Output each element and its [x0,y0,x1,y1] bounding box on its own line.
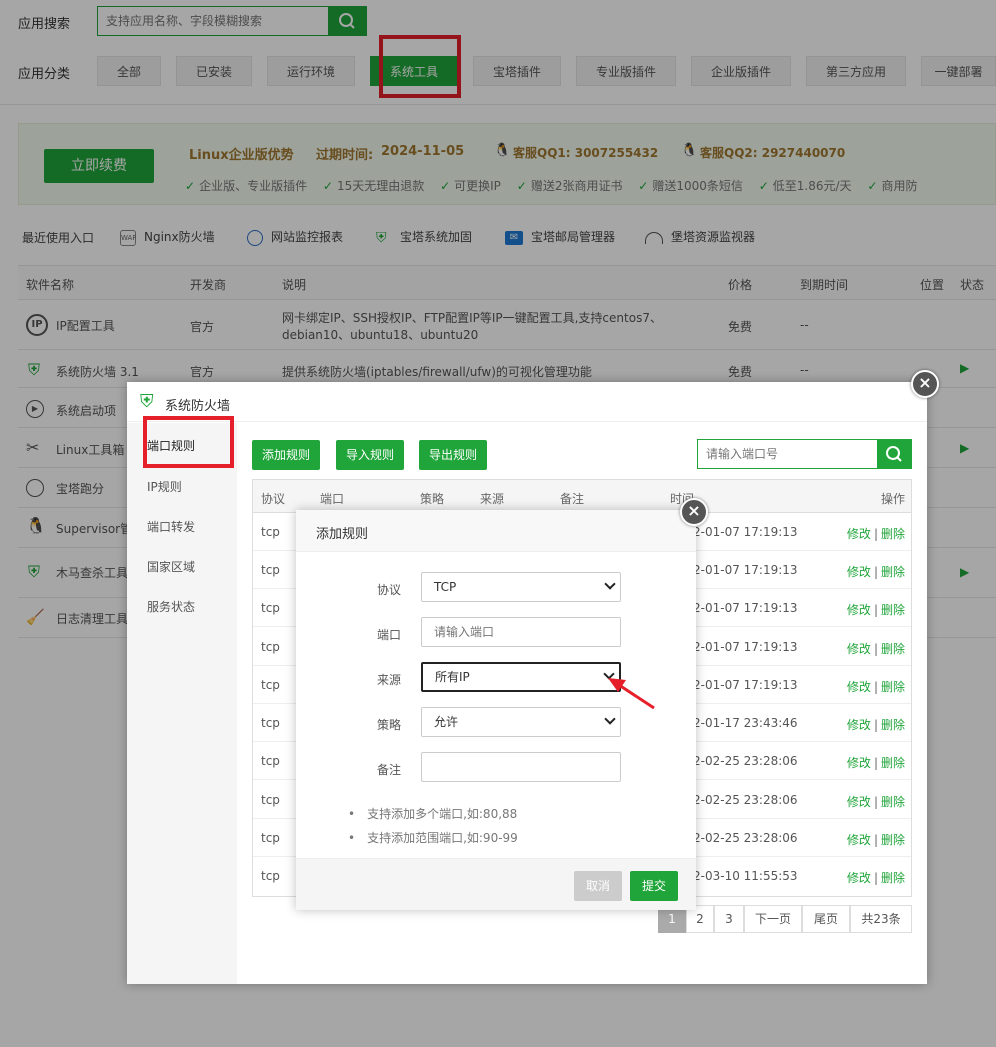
modal-footer: 取消 提交 [296,858,696,910]
col-strategy: 策略 [420,492,445,506]
tip-item: • 支持添加范围端口,如:90-99 [348,831,518,845]
delete-link[interactable]: 删除 [881,527,905,541]
chevron-down-icon [604,713,616,725]
edit-link[interactable]: 修改 [847,871,871,885]
firewall-titlebar: ⛨ 系统防火墙 [127,382,927,422]
port-search-button[interactable] [877,440,911,468]
chevron-down-icon [604,578,616,590]
highlight-port-rules [143,416,234,468]
delete-link[interactable]: 删除 [881,642,905,656]
edit-link[interactable]: 修改 [847,756,871,770]
delete-link[interactable]: 删除 [881,718,905,732]
close-icon[interactable]: × [911,370,939,398]
search-icon [886,446,902,462]
delete-link[interactable]: 删除 [881,565,905,579]
remark-input[interactable] [421,752,621,782]
strategy-select[interactable]: 允许 [421,707,621,737]
delete-link[interactable]: 删除 [881,871,905,885]
annotation-arrow-icon [608,678,655,710]
tip-item: • 支持添加多个端口,如:80,88 [348,807,518,821]
tips-list: • 支持添加多个端口,如:80,88 • 支持添加范围端口,如:90-99 [348,802,518,850]
remark-label: 备注 [376,763,401,777]
total-count: 共23条 [850,905,912,933]
submit-button[interactable]: 提交 [630,871,678,901]
protocol-select[interactable]: TCP [421,572,621,602]
edit-link[interactable]: 修改 [847,833,871,847]
cancel-button[interactable]: 取消 [574,871,622,901]
nav-port-forward[interactable]: 端口转发 [147,518,195,535]
delete-link[interactable]: 删除 [881,833,905,847]
col-port: 端口 [320,492,345,506]
port-input[interactable] [421,617,621,647]
modal-title: 添加规则 [316,527,369,542]
delete-link[interactable]: 删除 [881,603,905,617]
protocol-label: 协议 [376,583,401,597]
edit-link[interactable]: 修改 [847,718,871,732]
import-rules-button[interactable]: 导入规则 [336,440,405,470]
modal-header: 添加规则 [296,510,696,552]
edit-link[interactable]: 修改 [847,642,871,656]
port-search-box [697,439,912,469]
col-actions: 操作 [880,492,905,506]
port-label: 端口 [376,628,401,642]
edit-link[interactable]: 修改 [847,680,871,694]
nav-country-region[interactable]: 国家区域 [147,558,195,575]
delete-link[interactable]: 删除 [881,680,905,694]
edit-link[interactable]: 修改 [847,603,871,617]
close-icon[interactable]: × [680,498,708,526]
delete-link[interactable]: 删除 [881,756,905,770]
add-rule-button[interactable]: 添加规则 [252,440,321,470]
col-source: 来源 [480,492,505,506]
port-search-input[interactable] [698,440,876,468]
shield-icon: ⛨ [140,391,154,412]
rules-table-header: 协议 端口 策略 来源 备注 时间 操作 [253,480,911,513]
nav-ip-rules[interactable]: IP规则 [147,478,182,495]
firewall-sidebar: 端口规则 IP规则 端口转发 国家区域 服务状态 [127,423,237,984]
edit-link[interactable]: 修改 [847,795,871,809]
edit-link[interactable]: 修改 [847,565,871,579]
next-page[interactable]: 下一页 [744,905,802,933]
last-page[interactable]: 尾页 [802,905,850,933]
firewall-title: 系统防火墙 [165,399,231,414]
page-3[interactable]: 3 [714,905,744,933]
edit-link[interactable]: 修改 [847,527,871,541]
strategy-label: 策略 [376,718,401,732]
nav-service-status[interactable]: 服务状态 [147,598,195,615]
col-protocol: 协议 [261,492,286,506]
col-remark: 备注 [560,492,585,506]
delete-link[interactable]: 删除 [881,795,905,809]
export-rules-button[interactable]: 导出规则 [419,440,488,470]
source-label: 来源 [376,673,401,687]
source-select[interactable]: 所有IP [421,662,621,692]
